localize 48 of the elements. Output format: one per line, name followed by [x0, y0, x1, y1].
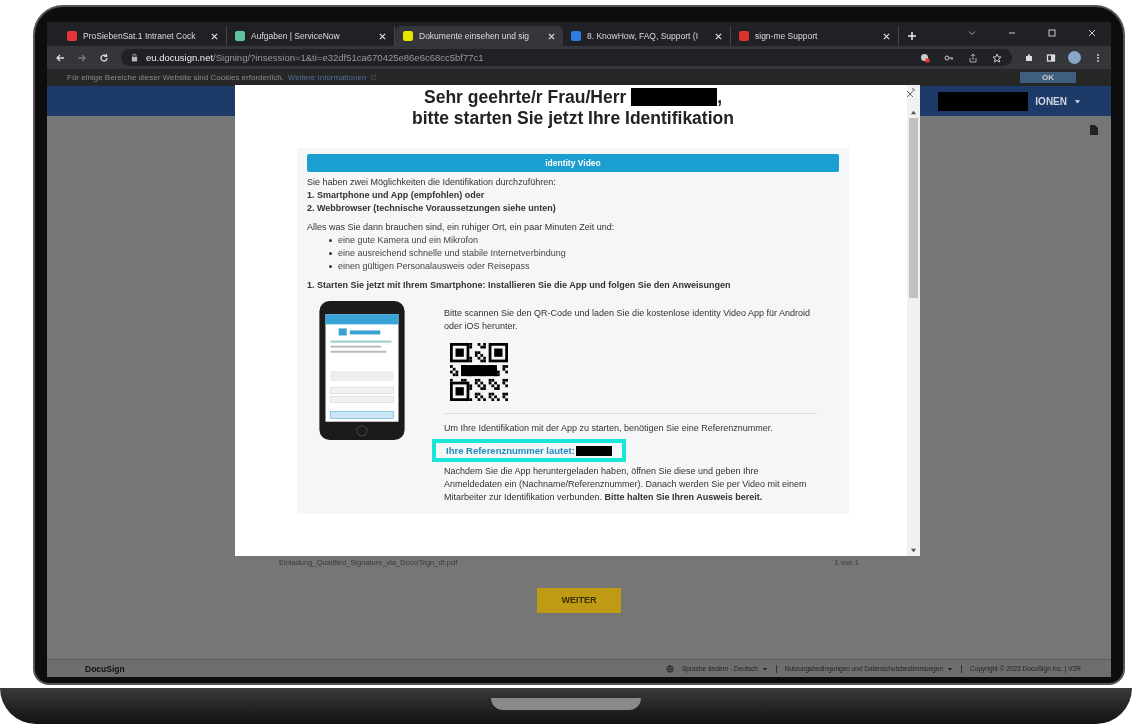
intro-text: Sie haben zwei Möglichkeiten die Identifikation durchzuführen: — [307, 176, 557, 189]
avatar-icon[interactable] — [1068, 51, 1081, 64]
cookie-notice: Für einige Bereiche dieser Website sind Cookies erforderlich. — [67, 73, 284, 82]
requirement-item: eine gute Kamera und ein Mikrofon — [338, 234, 479, 247]
document-icon[interactable] — [1089, 124, 1099, 136]
scan-instructions: Bitte scannen Sie den QR-Code und laden Sie die kostenlose identity Video App für Android oder iOS herunter. — [444, 307, 812, 333]
continue-button[interactable]: WEITER — [537, 588, 621, 613]
maximize-icon[interactable] — [1047, 28, 1057, 38]
caret-icon — [1074, 97, 1081, 105]
requirement-item: eine ausreichend schnelle und stabile Internetverbindung — [338, 247, 566, 260]
bullet-icon — [329, 265, 332, 268]
option-text: 1. Smartphone und App (empfohlen) oder — [307, 189, 486, 202]
bullet-icon — [329, 252, 332, 255]
dialog-title: Sehr geehrte/r Frau/Herr , bitte starten Sie jetzt Ihre Identifikation — [411, 87, 735, 129]
reference-number: Ihre Referenznummer lautet: — [432, 439, 626, 462]
address-bar[interactable]: eu.docusign.net/Signing/?insession=1&ti=e32df51ca670425e86e6c68cc5bf77c1 — [121, 49, 1012, 66]
side-panel-icon[interactable] — [1046, 52, 1056, 63]
share-icon[interactable] — [968, 52, 978, 63]
key-icon[interactable] — [944, 52, 954, 63]
step-heading: 1. Starten Sie jetzt mit Ihrem Smartphone: Installieren Sie die App und folgen Sie den Anweisungen — [307, 279, 732, 292]
scrollbar[interactable] — [907, 85, 920, 556]
close-icon[interactable] — [905, 88, 915, 98]
browser-tab[interactable]: Dokumente einsehen und sig — [395, 26, 563, 46]
option-text: 2. Webbrowser (technische Voraussetzungen siehe unten) — [307, 202, 557, 215]
reload-icon[interactable] — [99, 52, 109, 63]
closing-text: Nachdem Sie die App heruntergeladen haben, öffnen Sie diese und geben Ihre Anmeldedaten ein (Nachname/Referenznummer). Danach werden Sie per Video mit einem Mitarbeiter zur Identifikation verbunden. Bitte halten Sie Ihren Ausweis bereit. — [444, 465, 808, 504]
caret-icon — [761, 665, 768, 672]
requirement-item: einen gültigen Personalausweis oder Reisepass — [338, 260, 530, 273]
new-tab-icon[interactable] — [907, 31, 917, 41]
blocked-cookie-icon[interactable] — [920, 52, 930, 63]
reference-intro: Um Ihre Identifikation mit der App zu starten, benötigen Sie eine Referenznummer. — [444, 422, 774, 435]
lock-icon — [131, 53, 138, 62]
ok-button[interactable]: OK — [1020, 72, 1076, 83]
external-link-icon — [370, 74, 378, 81]
scroll-up-icon[interactable] — [910, 109, 917, 116]
requirements-text: Alles was Sie dann brauchen sind, ein ruhiger Ort, ein paar Minuten Zeit und: — [307, 221, 616, 234]
scroll-down-icon[interactable] — [910, 547, 917, 554]
brand-name: DocuSign — [85, 663, 125, 674]
star-icon[interactable] — [992, 52, 1002, 63]
chevron-down-icon[interactable] — [967, 28, 977, 38]
back-arrow-icon[interactable] — [55, 52, 65, 63]
caret-icon — [947, 665, 954, 672]
bullet-icon — [329, 239, 332, 242]
actions-menu[interactable]: IONEN — [1035, 95, 1067, 107]
forward-arrow-icon[interactable] — [77, 52, 87, 63]
globe-icon — [665, 664, 674, 673]
puzzle-icon[interactable] — [1024, 52, 1034, 63]
panel-heading: identity Video — [307, 154, 839, 172]
